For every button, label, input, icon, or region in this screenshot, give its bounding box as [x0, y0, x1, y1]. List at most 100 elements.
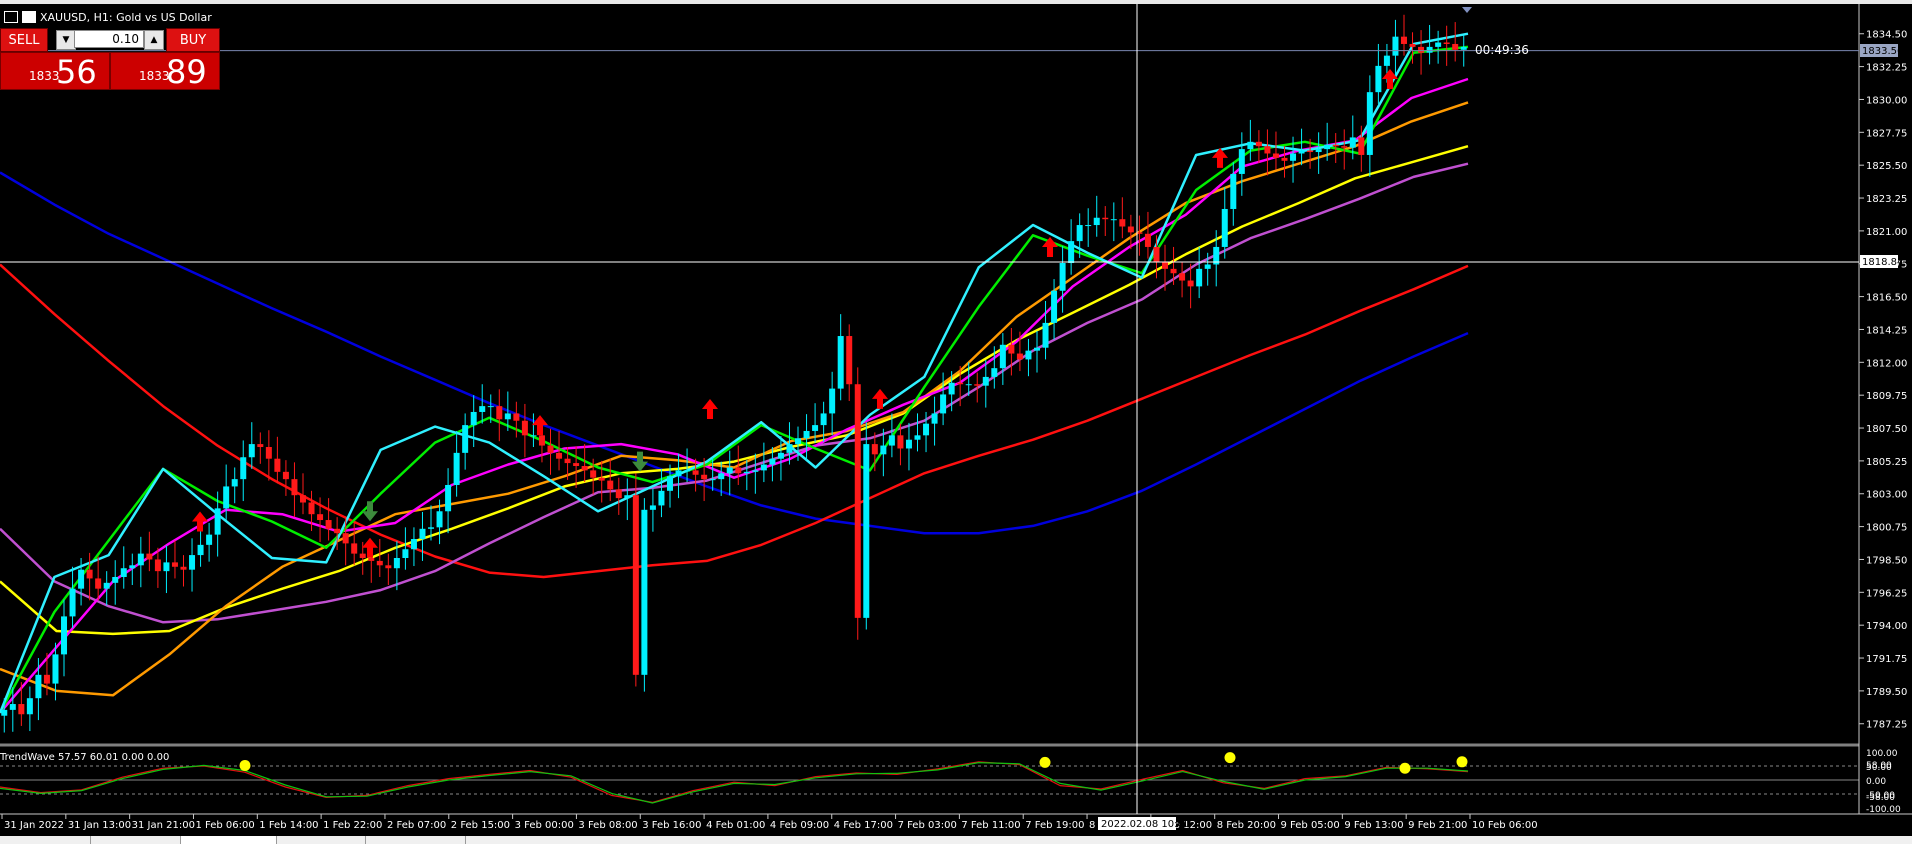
candle-bear: [317, 514, 324, 521]
lot-size-input[interactable]: 0.10: [74, 30, 144, 48]
price-tick-label: 1823.25: [1866, 194, 1907, 205]
sell-price-button[interactable]: 1833 56: [0, 52, 110, 91]
chart-symbol-title: XAUUSD, H1: Gold vs US Dollar: [40, 10, 212, 24]
chart-tab[interactable]: [365, 836, 466, 844]
candle-bull: [1315, 149, 1322, 153]
candle-bull: [1025, 350, 1032, 360]
chart-tab-active[interactable]: [180, 836, 277, 844]
candle-bull: [402, 549, 409, 558]
candle-bear: [180, 566, 187, 570]
price-tick-label: 1814.25: [1866, 325, 1907, 336]
oscillator-signal-dot: [1039, 756, 1051, 768]
oscillator-signal-dot: [1399, 762, 1411, 774]
lot-decrease-icon[interactable]: ▼: [56, 30, 76, 50]
candle-bull: [795, 438, 802, 445]
candle-bull: [112, 576, 119, 583]
price-tick-label: 1821.00: [1866, 227, 1907, 238]
time-tick-label: 3 Feb 16:00: [642, 820, 701, 831]
price-chart[interactable]: 100.0058.0050.000.00-50.00-58.00-100.00 …: [0, 0, 1912, 836]
candle-bull: [1085, 225, 1092, 227]
candle-bull: [26, 698, 33, 715]
one-click-trading-panel: SELL ▼ 0.10 ▲ BUY 1833 56 1833 89: [0, 28, 220, 91]
candle-bull: [684, 470, 691, 472]
candle-bear: [342, 533, 349, 544]
candle-bull: [1221, 208, 1228, 247]
candle-bull: [189, 555, 196, 570]
candle-bear: [581, 466, 588, 471]
candle-bear: [1179, 273, 1186, 281]
lot-increase-icon[interactable]: ▲: [144, 30, 164, 50]
candle-bull: [428, 527, 435, 529]
candle-bear: [1127, 226, 1134, 233]
candle-bear: [154, 559, 161, 572]
time-tick-label: 3 Feb 08:00: [578, 820, 637, 831]
chart-menu-icon[interactable]: [4, 11, 18, 23]
candle-bear: [1409, 43, 1416, 47]
candle-bull: [1033, 347, 1040, 351]
candle-bull: [726, 467, 733, 474]
candle-bull: [462, 425, 469, 453]
candle-bull: [1093, 217, 1100, 226]
oscillator-tick-label: -58.00: [1866, 793, 1895, 803]
chart-tab[interactable]: [275, 836, 366, 844]
candle-bear: [701, 474, 708, 480]
chart-tab-bar: [0, 836, 1912, 844]
candle-bear: [1418, 46, 1425, 53]
time-tick-label: 31 Jan 2022: [4, 820, 64, 831]
candle-bull: [231, 479, 238, 487]
price-tick-label: 1830.00: [1866, 95, 1907, 106]
candle-bear: [1144, 233, 1151, 247]
candle-bear: [146, 553, 153, 560]
current-price-label: 1833.56: [1862, 46, 1903, 57]
candle-bull: [803, 430, 810, 439]
time-tick-label: 7 Feb 03:00: [898, 820, 957, 831]
sell-button[interactable]: SELL: [0, 28, 48, 52]
candle-bull: [1068, 241, 1075, 264]
candle-bear: [1341, 146, 1348, 148]
candle-bull: [1324, 144, 1331, 150]
candle-bear: [334, 528, 341, 534]
candle-bull: [393, 558, 400, 569]
candle-bull: [999, 344, 1006, 369]
chart-tab[interactable]: [0, 836, 91, 844]
chart-title-bar: XAUUSD, H1: Gold vs US Dollar: [4, 10, 212, 24]
buy-price-button[interactable]: 1833 89: [110, 52, 220, 91]
candle-bull: [35, 674, 42, 699]
price-tick-label: 1812.00: [1866, 358, 1907, 369]
price-tick-label: 1834.50: [1866, 30, 1907, 41]
candle-bear: [171, 562, 178, 567]
candle-bear: [257, 444, 264, 448]
buy-button[interactable]: BUY: [166, 28, 220, 52]
candle-bear: [1443, 42, 1450, 44]
price-tick-label: 1805.25: [1866, 457, 1907, 468]
time-tick-label: 9 Feb 13:00: [1344, 820, 1403, 831]
candle-bear: [521, 420, 528, 436]
chart-shift-marker[interactable]: [1462, 7, 1472, 13]
candle-bull: [419, 528, 426, 540]
candle-bear: [513, 413, 520, 421]
candle-bear: [598, 477, 605, 481]
candle-bear: [43, 674, 50, 684]
candle-bear: [897, 435, 904, 449]
candle-bull: [240, 457, 247, 480]
candle-bull: [120, 568, 127, 577]
candle-bear: [299, 495, 306, 503]
chart-type-icon[interactable]: [22, 11, 36, 23]
candle-bear: [1162, 261, 1169, 269]
price-tick-label: 1789.50: [1866, 687, 1907, 698]
candle-bear: [376, 560, 383, 566]
candle-bear: [1400, 36, 1407, 44]
candle-bull: [837, 336, 844, 389]
candle-bull: [69, 588, 76, 617]
bar-countdown: 00:49:36: [1475, 43, 1529, 57]
candle-bull: [769, 458, 776, 465]
price-tick-label: 1827.75: [1866, 128, 1907, 139]
oscillator-signal-dot: [1224, 752, 1236, 764]
candle-bear: [957, 382, 964, 385]
oscillator-title: TrendWave 57.57 60.01 0.00 0.00: [0, 752, 169, 763]
candle-bull: [103, 582, 110, 589]
candle-bear: [547, 445, 554, 453]
candle-bear: [368, 558, 375, 561]
candle-bull: [487, 406, 494, 408]
candle-bull: [812, 425, 819, 431]
